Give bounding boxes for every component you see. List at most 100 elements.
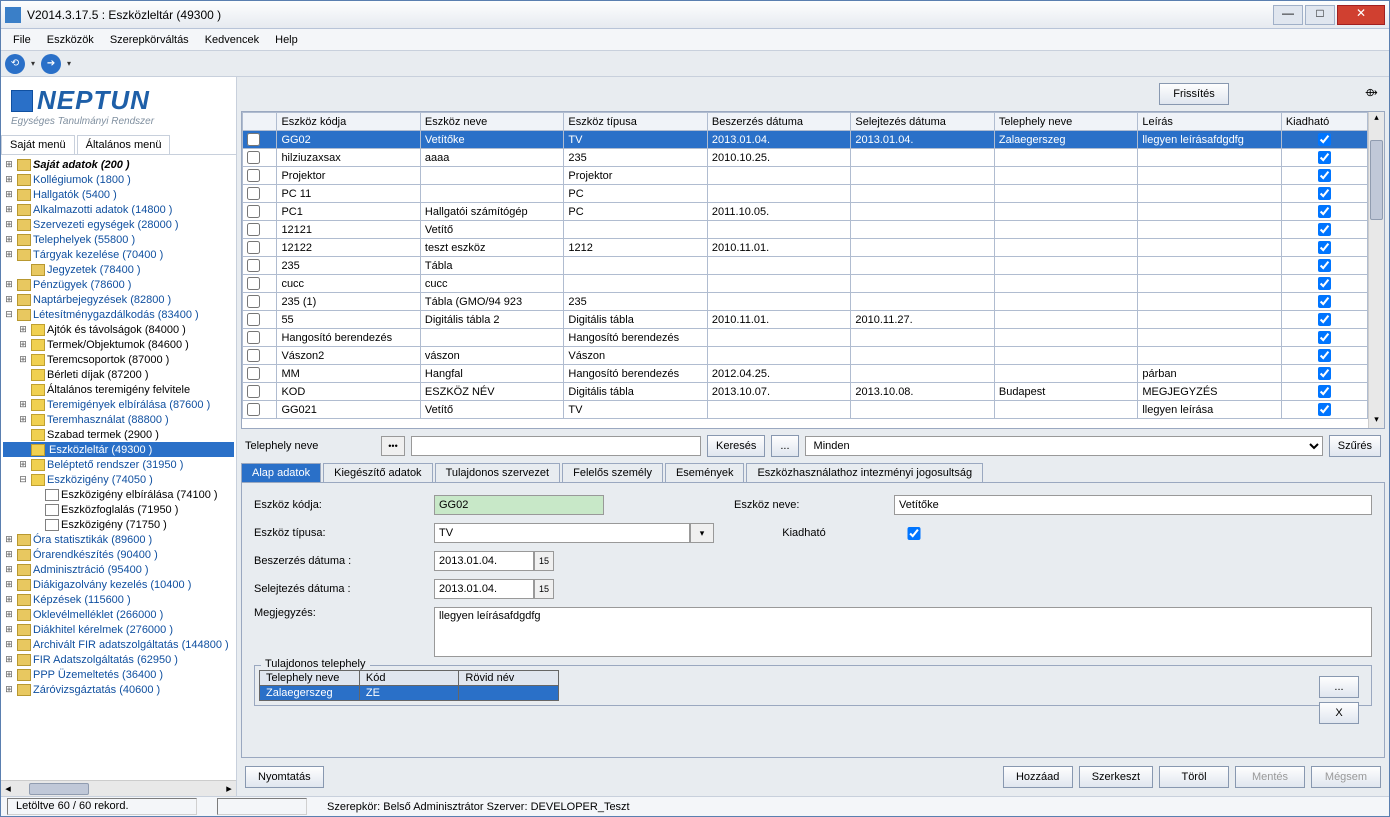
maximize-button[interactable]: □ <box>1305 5 1335 25</box>
table-row[interactable]: ProjektorProjektor <box>243 167 1368 185</box>
kiadhato-cell-checkbox[interactable] <box>1318 385 1331 398</box>
grid-header[interactable]: Eszköz típusa <box>564 113 707 131</box>
kiadhato-cell-checkbox[interactable] <box>1318 277 1331 290</box>
tree-node[interactable]: ⊞Saját adatok (200 ) <box>3 157 234 172</box>
kiadhato-cell-checkbox[interactable] <box>1318 241 1331 254</box>
menu-eszközök[interactable]: Eszközök <box>39 32 102 48</box>
owner-header[interactable]: Kód <box>359 671 459 686</box>
menu-file[interactable]: File <box>5 32 39 48</box>
kiadhato-cell-checkbox[interactable] <box>1318 295 1331 308</box>
tree-node[interactable]: ⊞Pénzügyek (78600 ) <box>3 277 234 292</box>
neve-input[interactable] <box>894 495 1372 515</box>
table-row[interactable]: KODESZKÖZ NÉVDigitális tábla2013.10.07.2… <box>243 383 1368 401</box>
row-checkbox[interactable] <box>247 241 260 254</box>
kiadhato-cell-checkbox[interactable] <box>1318 349 1331 362</box>
row-checkbox[interactable] <box>247 187 260 200</box>
grid-header[interactable]: Kiadható <box>1281 113 1367 131</box>
szerkeszt-button[interactable]: Szerkeszt <box>1079 766 1153 788</box>
minimize-button[interactable]: — <box>1273 5 1303 25</box>
kiadhato-cell-checkbox[interactable] <box>1318 313 1331 326</box>
detail-tab-0[interactable]: Alap adatok <box>241 463 321 482</box>
kiadhato-cell-checkbox[interactable] <box>1318 259 1331 272</box>
menu-help[interactable]: Help <box>267 32 306 48</box>
owner-browse-button[interactable]: ... <box>1319 676 1359 698</box>
tree-node[interactable]: ⊞Óra statisztikák (89600 ) <box>3 532 234 547</box>
kiadhato-cell-checkbox[interactable] <box>1318 187 1331 200</box>
kiadhato-checkbox[interactable] <box>894 527 934 540</box>
tree-node[interactable]: ⊞Záróvizsgáztatás (40600 ) <box>3 682 234 697</box>
grid-header[interactable]: Telephely neve <box>994 113 1137 131</box>
mentes-button[interactable]: Mentés <box>1235 766 1305 788</box>
owner-header[interactable]: Rövid név <box>459 671 559 686</box>
row-checkbox[interactable] <box>247 133 260 146</box>
close-button[interactable]: ✕ <box>1337 5 1385 25</box>
kiadhato-cell-checkbox[interactable] <box>1318 169 1331 182</box>
grid-header[interactable]: Eszköz kódja <box>277 113 420 131</box>
tree-node[interactable]: ⊞Hallgatók (5400 ) <box>3 187 234 202</box>
table-row[interactable]: Hangosító berendezésHangosító berendezés <box>243 329 1368 347</box>
table-row[interactable]: 235 (1)Tábla (GMO/94 923235 <box>243 293 1368 311</box>
filter-field-selector[interactable]: ••• <box>381 436 405 456</box>
tree-node[interactable]: ⊟Eszközigény (74050 ) <box>3 472 234 487</box>
grid-table[interactable]: Eszköz kódjaEszköz neveEszköz típusaBesz… <box>242 112 1368 419</box>
grid-header[interactable]: Beszerzés dátuma <box>707 113 850 131</box>
tree-node[interactable]: ⊞FIR Adatszolgáltatás (62950 ) <box>3 652 234 667</box>
detail-tab-4[interactable]: Események <box>665 463 744 482</box>
grid-header[interactable]: Selejtezés dátuma <box>851 113 994 131</box>
row-checkbox[interactable] <box>247 331 260 344</box>
grid-header[interactable]: Leírás <box>1138 113 1281 131</box>
grid-vscroll-thumb[interactable] <box>1370 140 1383 220</box>
tree-node[interactable]: Szabad termek (2900 ) <box>3 427 234 442</box>
nav-back-dropdown[interactable]: ▾ <box>29 59 37 68</box>
row-checkbox[interactable] <box>247 313 260 326</box>
owner-remove-button[interactable]: X <box>1319 702 1359 724</box>
search-button[interactable]: Keresés <box>707 435 765 457</box>
kiadhato-cell-checkbox[interactable] <box>1318 151 1331 164</box>
table-row[interactable]: MMHangfalHangosító berendezés2012.04.25.… <box>243 365 1368 383</box>
tree-node[interactable]: ⊞Termek/Objektumok (84600 ) <box>3 337 234 352</box>
table-row[interactable]: 55Digitális tábla 2Digitális tábla2010.1… <box>243 311 1368 329</box>
tree-node[interactable]: ⊞Órarendkészítés (90400 ) <box>3 547 234 562</box>
detail-tab-2[interactable]: Tulajdonos szervezet <box>435 463 561 482</box>
tree-node[interactable]: ⊟Létesítménygazdálkodás (83400 ) <box>3 307 234 322</box>
tree-node[interactable]: ⊞Beléptető rendszer (31950 ) <box>3 457 234 472</box>
szures-button[interactable]: Szűrés <box>1329 435 1381 457</box>
nyomtatas-button[interactable]: Nyomtatás <box>245 766 324 788</box>
table-row[interactable]: cucccucc <box>243 275 1368 293</box>
tree-node[interactable]: ⊞Telephelyek (55800 ) <box>3 232 234 247</box>
tree-node[interactable]: ⊞Tárgyak kezelése (70400 ) <box>3 247 234 262</box>
table-row[interactable]: 235Tábla <box>243 257 1368 275</box>
tipusa-input[interactable] <box>434 523 690 543</box>
menu-szerepkörváltás[interactable]: Szerepkörváltás <box>102 32 197 48</box>
kiadhato-cell-checkbox[interactable] <box>1318 205 1331 218</box>
tree-node[interactable]: Eszközleltár (49300 ) <box>3 442 234 457</box>
hozzaad-button[interactable]: Hozzáad <box>1003 766 1073 788</box>
table-row[interactable]: PC1Hallgatói számítógépPC2011.10.05. <box>243 203 1368 221</box>
tipusa-dropdown[interactable]: ▾ <box>690 523 714 543</box>
tree-node[interactable]: Eszközfoglalás (71950 ) <box>3 502 234 517</box>
kiadhato-cell-checkbox[interactable] <box>1318 367 1331 380</box>
nav-tree[interactable]: ⊞Saját adatok (200 )⊞Kollégiumok (1800 )… <box>1 155 236 780</box>
beszerzes-date-picker[interactable]: 15 <box>534 551 554 571</box>
nav-forward-dropdown[interactable]: ▾ <box>65 59 73 68</box>
tree-node[interactable]: ⊞Naptárbejegyzések (82800 ) <box>3 292 234 307</box>
row-checkbox[interactable] <box>247 403 260 416</box>
table-row[interactable]: hilziuzaxsaxaaaa2352010.10.25. <box>243 149 1368 167</box>
tree-hscrollbar[interactable]: ◂ ▸ <box>1 780 236 796</box>
filter-input[interactable] <box>411 436 701 456</box>
tree-node[interactable]: Eszközigény (71750 ) <box>3 517 234 532</box>
table-row[interactable]: 12122teszt eszköz12122010.11.01. <box>243 239 1368 257</box>
owner-row[interactable]: ZalaegerszegZE <box>260 686 559 701</box>
tree-node[interactable]: ⊞Diákhitel kérelmek (276000 ) <box>3 622 234 637</box>
row-checkbox[interactable] <box>247 259 260 272</box>
table-row[interactable]: GG02VetítőkeTV2013.01.04.2013.01.04.Zala… <box>243 131 1368 149</box>
kodja-input[interactable] <box>434 495 604 515</box>
row-checkbox[interactable] <box>247 169 260 182</box>
tree-node[interactable]: Eszközigény elbírálása (74100 ) <box>3 487 234 502</box>
tree-node[interactable]: ⊞Kollégiumok (1800 ) <box>3 172 234 187</box>
tree-node[interactable]: ⊞Képzések (115600 ) <box>3 592 234 607</box>
side-tab-1[interactable]: Általános menü <box>77 135 171 154</box>
row-checkbox[interactable] <box>247 151 260 164</box>
refresh-button[interactable]: Frissítés <box>1159 83 1229 105</box>
nav-forward-button[interactable]: ➔ <box>41 54 61 74</box>
